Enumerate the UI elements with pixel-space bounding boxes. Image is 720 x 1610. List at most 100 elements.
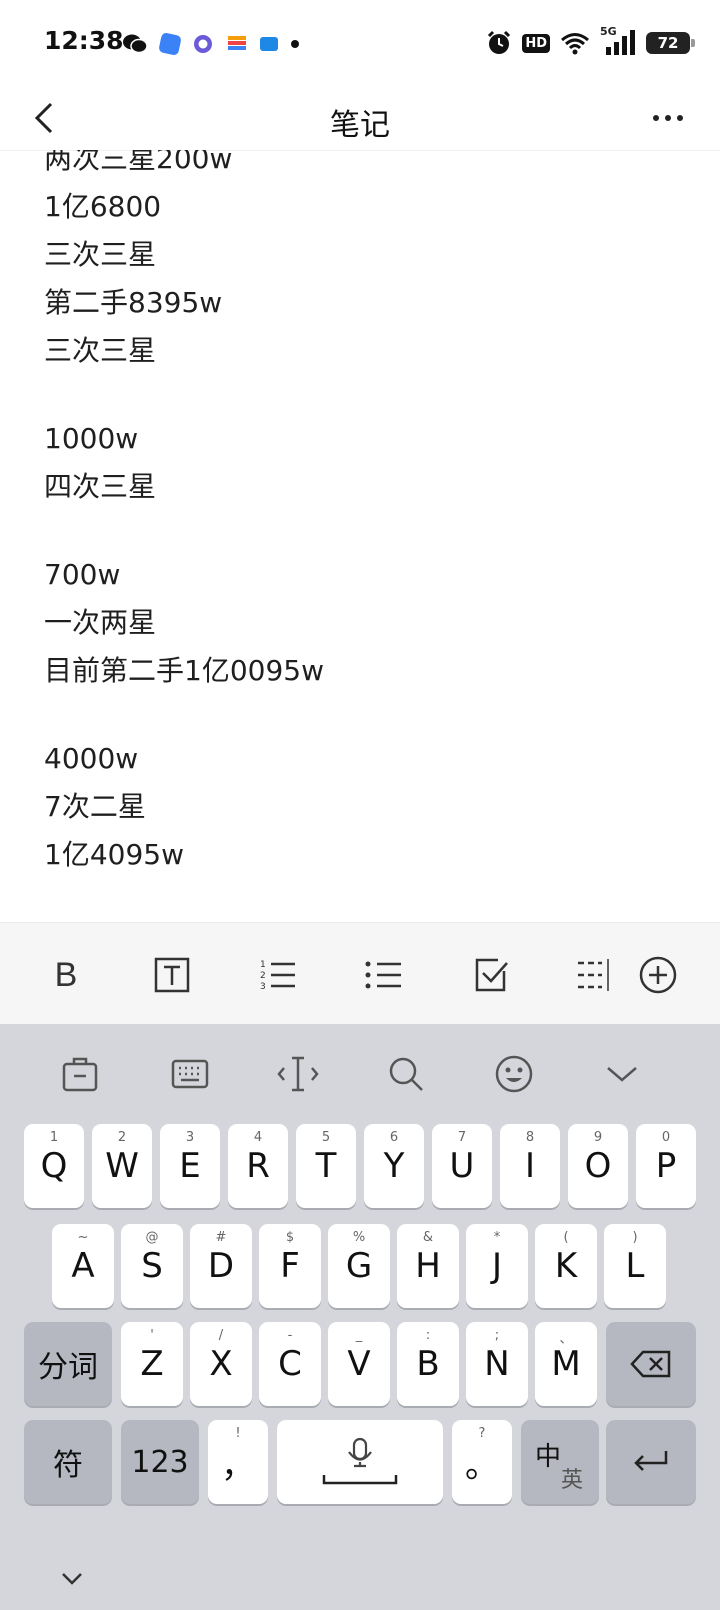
cursor-icon (277, 1056, 319, 1092)
search-button[interactable] (384, 1052, 428, 1096)
note-line: 三次三星 (44, 238, 157, 271)
key-o[interactable]: 9O (568, 1124, 628, 1208)
key-sub: ! (235, 1426, 241, 1441)
key-label: M (551, 1344, 581, 1384)
key-label: H (415, 1246, 441, 1286)
key-sub: 7 (457, 1130, 467, 1145)
note-editor[interactable]: 两次三星200w 1亿6800 三次三星 第二手8395w 三次三星 1000w… (0, 150, 720, 922)
app-notification-icon (260, 37, 278, 51)
bulleted-list-icon (365, 961, 401, 989)
lang-sub-label: 英 (561, 1468, 584, 1493)
key-sub: ; (494, 1328, 500, 1343)
hide-keyboard-button[interactable] (52, 1564, 92, 1594)
key-label: A (71, 1246, 95, 1286)
enter-key[interactable] (606, 1420, 696, 1504)
comma-key[interactable]: !， (208, 1420, 268, 1504)
key-label: 符 (53, 1448, 83, 1483)
battery-indicator: 72 (646, 32, 695, 54)
key-a[interactable]: ~ A (52, 1224, 114, 1308)
checkbox-button[interactable] (466, 949, 518, 1001)
key-label: 123 (131, 1444, 189, 1480)
title-bar: 笔记 (0, 86, 720, 151)
text-style-button[interactable] (146, 949, 198, 1001)
segment-key[interactable]: 分词 (24, 1322, 112, 1406)
key-i[interactable]: 8I (500, 1124, 560, 1208)
key-g[interactable]: % G (328, 1224, 390, 1308)
backspace-key[interactable] (606, 1322, 696, 1406)
key-z[interactable]: ' Z (121, 1322, 183, 1406)
key-k[interactable]: (K (535, 1224, 597, 1308)
more-notifications-icon (291, 40, 299, 48)
key-n[interactable]: ; N (466, 1322, 528, 1406)
more-options-button[interactable] (640, 94, 696, 142)
add-button[interactable] (632, 949, 684, 1001)
key-label: G (345, 1246, 373, 1286)
key-sub: / (218, 1328, 224, 1343)
space-key[interactable] (277, 1420, 443, 1504)
key-label: K (554, 1246, 578, 1286)
key-q[interactable]: 1Q (24, 1124, 84, 1208)
more-dot (665, 115, 671, 121)
key-u[interactable]: 7U (432, 1124, 492, 1208)
key-r[interactable]: 4R (228, 1124, 288, 1208)
svg-text:1: 1 (260, 960, 266, 970)
chevron-down-icon (62, 1573, 82, 1585)
bulleted-list-button[interactable] (358, 949, 410, 1001)
key-sub: 4 (253, 1130, 263, 1145)
wifi-icon (561, 33, 589, 55)
soft-keyboard: 1Q 2W 3E 4R 5T 6Y 7U 8I 9O 0P ~ A @ S # D $… (0, 1024, 720, 1610)
bold-button[interactable]: B (40, 949, 92, 1001)
key-sub: % (352, 1230, 366, 1245)
language-switch-key[interactable]: 中 英 (521, 1420, 599, 1504)
more-dot (677, 115, 683, 121)
key-sub: 1 (49, 1130, 59, 1145)
key-j[interactable]: * J (466, 1224, 528, 1308)
key-b[interactable]: :B (397, 1322, 459, 1406)
key-sub: ) (632, 1230, 638, 1245)
add-circle-icon (639, 956, 677, 994)
key-e[interactable]: 3E (160, 1124, 220, 1208)
key-s[interactable]: @ S (121, 1224, 183, 1308)
key-w[interactable]: 2W (92, 1124, 152, 1208)
note-line-blank (44, 695, 324, 735)
collapse-keyboard-button[interactable] (600, 1052, 644, 1096)
note-line: 一次两星 (44, 606, 157, 639)
cursor-button[interactable] (276, 1052, 320, 1096)
keyboard-layout-button[interactable] (168, 1052, 212, 1096)
divider-button[interactable] (566, 949, 618, 1001)
keyboard-toolbar (0, 1024, 720, 1120)
key-y[interactable]: 6Y (364, 1124, 424, 1208)
key-x[interactable]: / X (190, 1322, 252, 1406)
note-line: 700w (44, 558, 121, 591)
key-h[interactable]: & H (397, 1224, 459, 1308)
keyboard-icon (171, 1059, 209, 1089)
key-v[interactable]: _ V (328, 1322, 390, 1406)
key-label: T (315, 1146, 337, 1186)
key-m[interactable]: 、 M (535, 1322, 597, 1406)
key-t[interactable]: 5T (296, 1124, 356, 1208)
key-sub: 6 (389, 1130, 399, 1145)
key-sub: ' (150, 1328, 154, 1343)
page-title: 笔记 (330, 108, 390, 143)
divider-icon (578, 959, 609, 991)
clipboard-button[interactable] (58, 1052, 102, 1096)
key-c[interactable]: -C (259, 1322, 321, 1406)
key-sub: 2 (117, 1130, 127, 1145)
key-f[interactable]: $ F (259, 1224, 321, 1308)
key-sub: 9 (593, 1130, 603, 1145)
key-label: D (207, 1246, 235, 1286)
key-p[interactable]: 0P (636, 1124, 696, 1208)
key-d[interactable]: # D (190, 1224, 252, 1308)
clipboard-icon (62, 1057, 98, 1092)
wechat-icon (123, 34, 148, 54)
period-key[interactable]: ?。 (452, 1420, 512, 1504)
emoji-button[interactable] (492, 1052, 536, 1096)
numbered-list-button[interactable]: 1 2 3 (252, 949, 304, 1001)
note-line: 四次三星 (44, 470, 157, 503)
note-line-blank (44, 375, 324, 415)
hd-badge: HD (522, 33, 550, 53)
format-toolbar: B 1 2 3 (0, 922, 720, 1025)
symbols-key[interactable]: 符 (24, 1420, 112, 1504)
numbers-key[interactable]: 123 (121, 1420, 199, 1504)
key-l[interactable]: ) L (604, 1224, 666, 1308)
